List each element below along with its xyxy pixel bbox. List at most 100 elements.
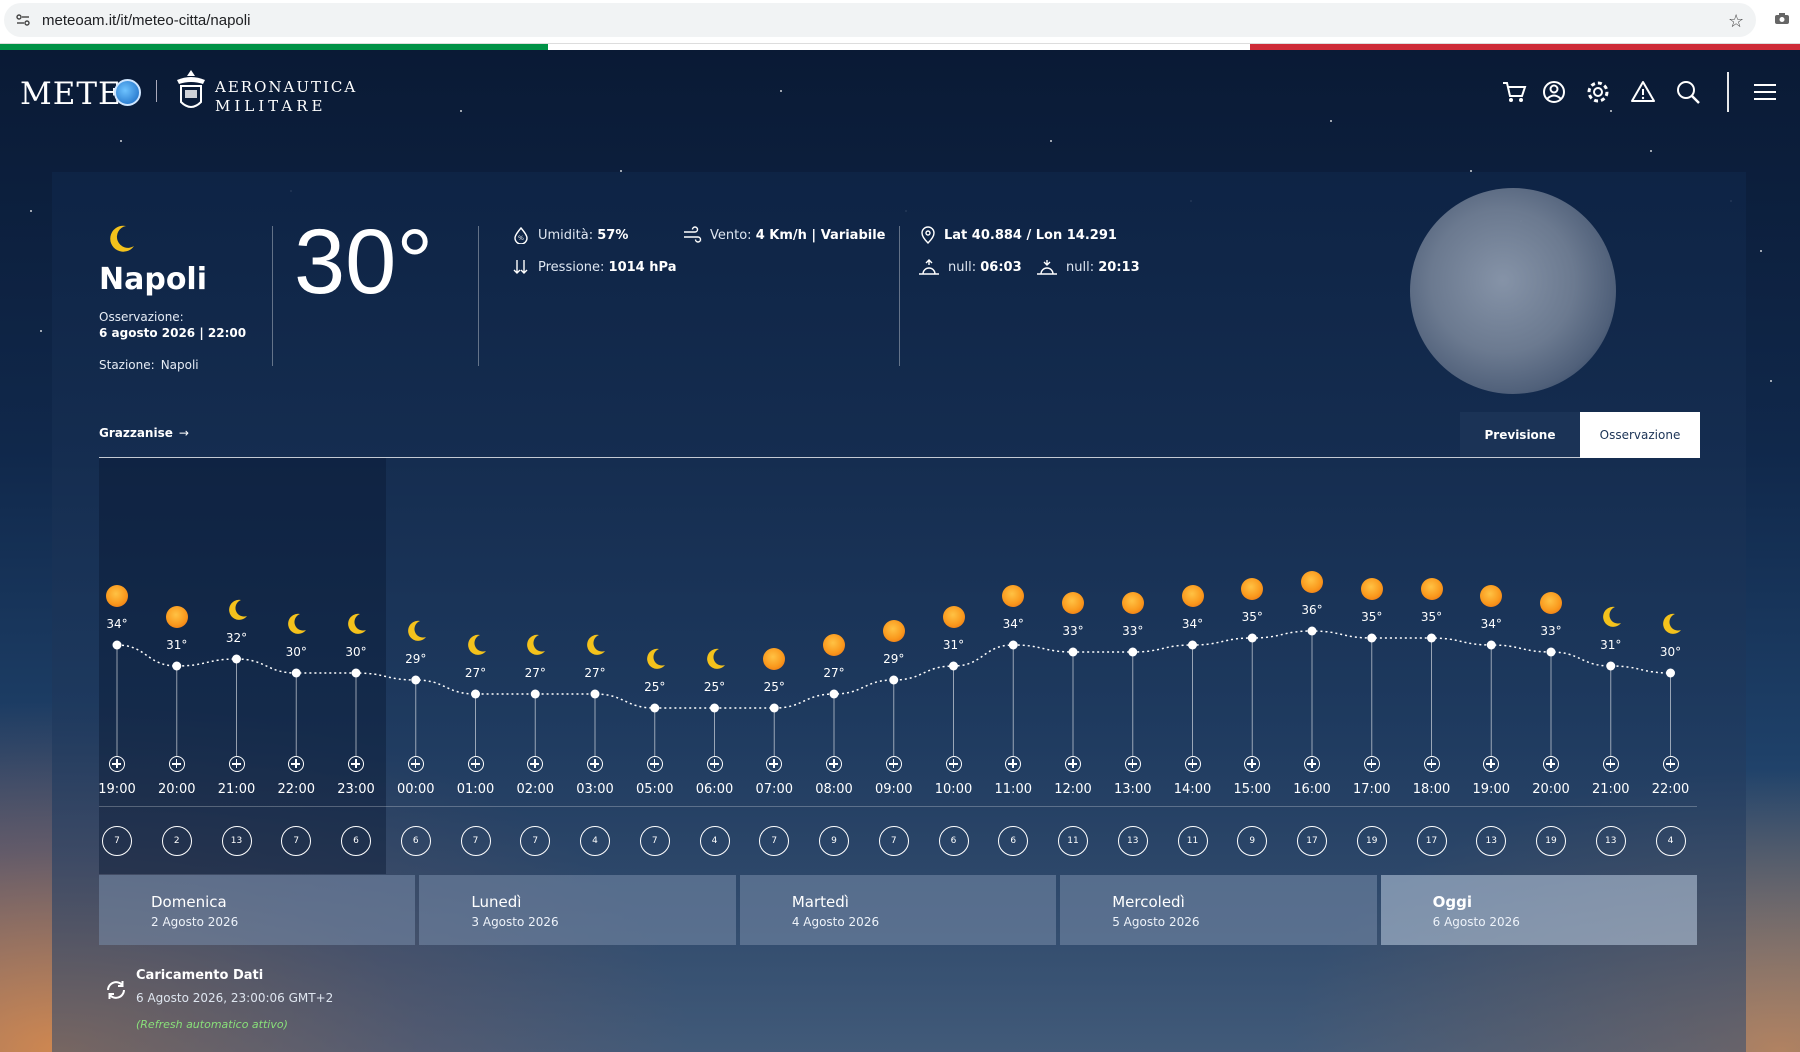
- day-date: 2 Agosto 2026: [151, 915, 239, 929]
- observation-label: Osservazione:: [99, 310, 184, 324]
- wind-speed-indicator: 13: [1595, 826, 1626, 856]
- tab-forecast[interactable]: Previsione: [1460, 412, 1580, 458]
- hour-details-button[interactable]: [646, 756, 663, 772]
- gear-icon[interactable]: [1584, 78, 1612, 106]
- aeronautica-militare-logo[interactable]: AERONAUTICA MILITARE: [215, 78, 357, 116]
- moon-icon: [646, 648, 665, 669]
- hour-label: 19:00: [98, 782, 136, 797]
- loading-timestamp: 6 Agosto 2026, 23:00:06 GMT+2: [136, 991, 334, 1005]
- hour-details-button[interactable]: [1184, 756, 1201, 772]
- star: [460, 110, 462, 112]
- moon-icon: [1602, 606, 1621, 627]
- temperature-label: 29°: [405, 652, 427, 666]
- hour-label: 18:00: [1412, 782, 1451, 797]
- humidity-metric: % Umidità: 57%: [512, 226, 628, 244]
- moon-icon: [407, 620, 426, 641]
- hour-details-button[interactable]: [1423, 756, 1440, 772]
- wind-speed-indicator: 4: [580, 826, 610, 856]
- camera-icon[interactable]: [1774, 12, 1790, 25]
- hour-details-button[interactable]: [348, 756, 364, 772]
- pressure-label: Pressione:: [538, 259, 605, 275]
- hour-details-button[interactable]: [109, 756, 125, 772]
- star: [1770, 380, 1772, 382]
- wind-speed-indicator: 6: [938, 826, 969, 856]
- divider: [272, 226, 273, 366]
- menu-icon[interactable]: [1751, 78, 1779, 106]
- hour-details-button[interactable]: [1602, 756, 1619, 772]
- temperature-label: 36°: [1301, 603, 1323, 617]
- hour-details-button[interactable]: [587, 756, 603, 772]
- wind-speed-indicator: 7: [460, 826, 491, 856]
- hour-details-button[interactable]: [1543, 756, 1559, 772]
- day-tab-oggi[interactable]: Oggi 6 Agosto 2026: [1380, 875, 1698, 945]
- hour-details-button[interactable]: [885, 756, 902, 772]
- pressure-icon: [513, 260, 528, 274]
- day-tab-lunedi[interactable]: Lunedì 3 Agosto 2026: [419, 875, 736, 945]
- wind-speed-indicator: 11: [1177, 826, 1208, 856]
- moon-icon: [467, 634, 486, 655]
- moon-icon: [228, 599, 247, 620]
- day-tab-martedi[interactable]: Martedì 4 Agosto 2026: [739, 875, 1057, 945]
- hour-details-button[interactable]: [945, 756, 962, 772]
- wind-speed-indicator: 19: [1536, 826, 1566, 856]
- hour-details-button[interactable]: [1363, 756, 1380, 772]
- tab-observation[interactable]: Osservazione: [1580, 412, 1700, 458]
- day-date: 3 Agosto 2026: [471, 915, 559, 929]
- coordinates: Lat 40.884 / Lon 14.291: [920, 226, 1117, 244]
- cart-icon[interactable]: [1500, 78, 1528, 106]
- day-tab-domenica[interactable]: Domenica 2 Agosto 2026: [99, 875, 416, 945]
- wind-speed-indicator: 13: [1117, 826, 1148, 856]
- refresh-icon[interactable]: [104, 978, 128, 1002]
- star: [1050, 140, 1052, 142]
- browser-url-bar: meteoam.it/it/meteo-citta/napoli ☆: [0, 0, 1800, 44]
- sunset-icon: [1037, 260, 1057, 275]
- address-field[interactable]: meteoam.it/it/meteo-citta/napoli ☆: [4, 3, 1756, 37]
- hour-label: 17:00: [1353, 782, 1391, 797]
- hour-details-button[interactable]: [826, 756, 842, 772]
- temperature-label: 29°: [883, 652, 905, 666]
- user-icon[interactable]: [1540, 78, 1568, 106]
- wind-speed-indicator: 6: [341, 826, 371, 856]
- header-divider: [1727, 72, 1729, 112]
- warning-icon[interactable]: [1629, 78, 1657, 106]
- temperature-label: 33°: [1540, 624, 1562, 638]
- wind-metric: Vento: 4 Km/h | Variabile: [682, 226, 886, 244]
- star: [120, 140, 122, 142]
- temperature-label: 34°: [1002, 617, 1024, 631]
- url-text[interactable]: meteoam.it/it/meteo-citta/napoli: [42, 12, 250, 29]
- hour-label: 14:00: [1173, 782, 1212, 797]
- site-settings-icon[interactable]: [16, 14, 30, 26]
- hour-details-button[interactable]: [228, 756, 245, 772]
- hour-details-button[interactable]: [467, 756, 484, 772]
- star: [30, 210, 32, 212]
- hour-details-button[interactable]: [168, 756, 185, 772]
- hour-details-button[interactable]: [1124, 756, 1141, 772]
- search-icon[interactable]: [1674, 78, 1702, 106]
- temperature-label: 34°: [1181, 617, 1204, 631]
- temperature-label: 27°: [584, 666, 606, 680]
- station-label: Stazione:: [99, 358, 155, 372]
- wind-value: 4 Km/h | Variabile: [755, 227, 886, 243]
- hour-label: 15:00: [1233, 782, 1271, 797]
- hour-label: 22:00: [277, 782, 315, 797]
- hour-details-button[interactable]: [1065, 756, 1081, 772]
- meteo-logo[interactable]: METE: [20, 76, 122, 112]
- divider: [899, 226, 900, 366]
- nearby-station-link[interactable]: Grazzanise →: [99, 426, 189, 440]
- temperature-label: 33°: [1062, 624, 1084, 638]
- hour-details-button[interactable]: [706, 756, 723, 772]
- hour-details-button[interactable]: [1662, 756, 1679, 772]
- sunset: null: 20:13: [1036, 258, 1140, 276]
- moon-icon: [587, 634, 605, 655]
- hour-details-button[interactable]: [407, 756, 424, 772]
- auto-refresh-note: (Refresh automatico attivo): [136, 1018, 288, 1031]
- moon-icon: [527, 634, 546, 655]
- wind-speed-indicator: 4: [699, 826, 730, 856]
- bookmark-star-icon[interactable]: ☆: [1728, 11, 1744, 32]
- hour-details-button[interactable]: [1304, 756, 1320, 772]
- day-tab-mercoledi[interactable]: Mercoledì 5 Agosto 2026: [1060, 875, 1377, 945]
- station-info: Stazione: Napoli: [99, 358, 199, 372]
- current-temperature: 30°: [294, 211, 434, 313]
- globe-logo-icon: [114, 79, 141, 106]
- sunrise-label: null:: [948, 259, 977, 275]
